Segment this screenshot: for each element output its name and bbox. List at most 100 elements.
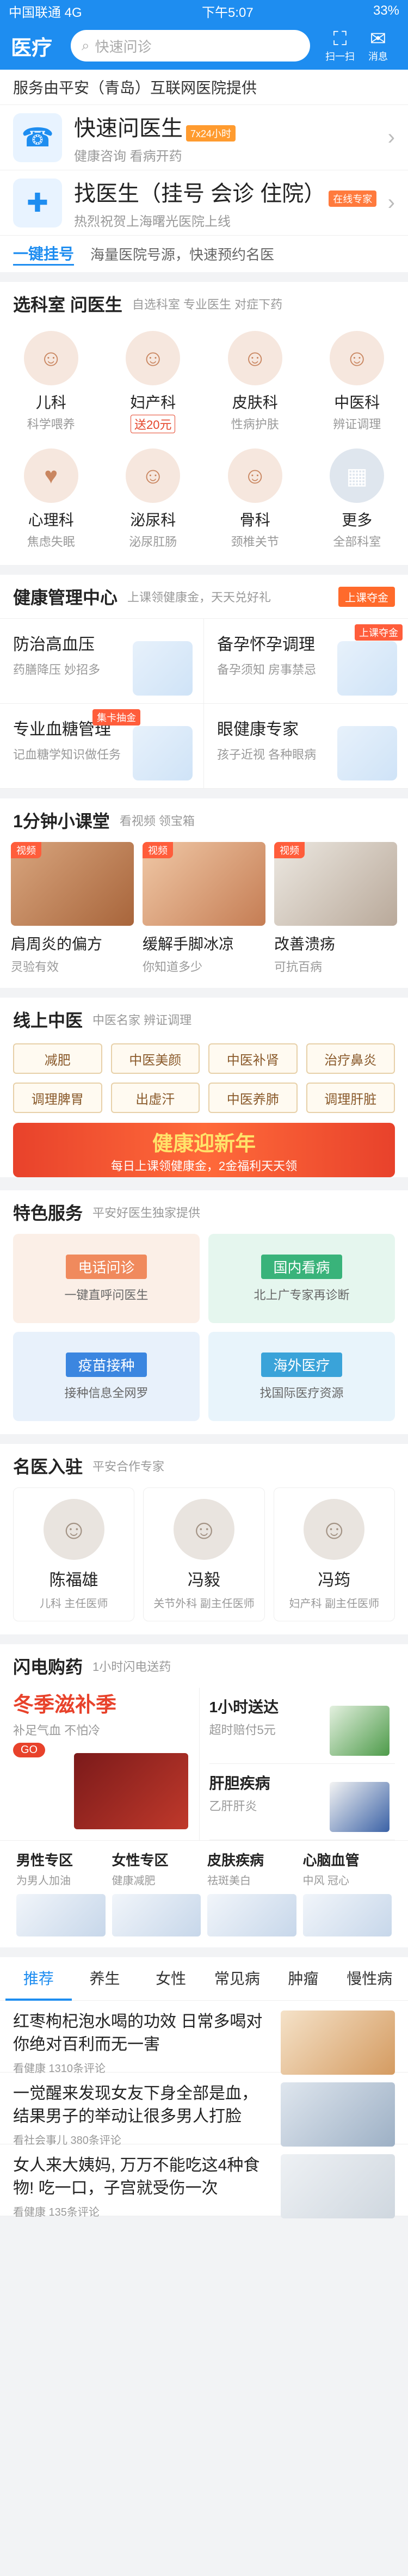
health-item[interactable]: 防治高血压 药膳降压 妙招多 <box>0 619 204 704</box>
shop-category[interactable]: 女性专区 健康减肥 <box>109 1849 205 1936</box>
dept-name: 泌尿科 <box>130 512 176 528</box>
section-badge[interactable]: 上课夺金 <box>338 586 395 607</box>
video-badge: 视频 <box>274 842 305 858</box>
service-quick-doctor[interactable]: ☎ 快速问医生 7x24小时 健康咨询 看病开药 › <box>0 104 408 170</box>
tcm-tag[interactable]: 中医养肺 <box>208 1083 298 1113</box>
tab-tumor[interactable]: 肿瘤 <box>270 1957 337 2001</box>
dept-pediatrics[interactable]: ☺ 儿科 科学喂养 <box>0 331 102 433</box>
service-find-doctor[interactable]: ✚ 找医生（挂号 会诊 住院） 在线专家 热烈祝贺上海曙光医院上线 › <box>0 170 408 235</box>
search-placeholder: 快速问诊 <box>95 38 152 55</box>
article-title: 红枣枸杞泡水喝的功效 日常多喝对你绝对百利而无一害 <box>13 2013 263 2054</box>
scan-button[interactable]: ⛶ 扫一扫 <box>321 28 359 63</box>
feature-sub: 一键直呼问医生 <box>64 1288 149 1302</box>
section-title: 名医入驻 <box>13 1457 83 1477</box>
video-sub: 你知道多少 <box>143 960 203 974</box>
video-thumbnail: 视频 <box>143 842 265 926</box>
health-item[interactable]: 集卡抽金 专业血糖管理 记血糖学知识做任务 <box>0 704 204 789</box>
shop-category[interactable]: 皮肤疾病 祛斑美白 <box>204 1849 300 1936</box>
heart-icon: ♥ <box>23 448 78 503</box>
category-sub: 祛斑美白 <box>207 1875 251 1887</box>
avatar: ☺ <box>126 448 181 503</box>
search-icon: ⌕ <box>82 37 90 53</box>
chevron-right-icon: › <box>387 125 395 149</box>
feed-section: 推荐 养生 女性 常见病 肿瘤 慢性病 红枣枸杞泡水喝的功效 日常多喝对你绝对百… <box>0 1957 408 2218</box>
dept-more[interactable]: ▦ 更多 全部科室 <box>306 448 408 550</box>
avatar: ☺ <box>23 331 78 385</box>
shop-item[interactable]: 1小时送达 超时赔付5元 <box>209 1688 395 1764</box>
video-card[interactable]: 视频 肩周炎的偏方 灵验有效 <box>11 842 134 975</box>
new-year-banner[interactable]: 健康迎新年 每日上课领健康金，2金福利天天领 <box>13 1123 395 1177</box>
doctor-card[interactable]: ☺ 冯毅 关节外科 副主任医师 <box>143 1487 265 1621</box>
doctor-title: 儿科 主任医师 <box>39 1598 108 1610</box>
video-card[interactable]: 视频 改善溃疡 可抗百病 <box>274 842 397 975</box>
dept-obstetrics[interactable]: ☺ 妇产科 送20元 <box>102 331 205 433</box>
shop-item[interactable]: 肝胆疾病 乙肝肝炎 <box>209 1764 395 1840</box>
doctor-image <box>337 641 397 696</box>
tcm-tag[interactable]: 出虚汗 <box>110 1083 200 1113</box>
winter-promo[interactable]: 冬季滋补季 补足气血 不怕冷 GO <box>13 1688 200 1840</box>
service-tag: 在线专家 <box>329 190 377 207</box>
health-item[interactable]: 上课夺金 备孕怀孕调理 备孕须知 房事禁忌 <box>204 619 408 704</box>
tcm-tag[interactable]: 减肥 <box>13 1043 102 1074</box>
video-sub: 可抗百病 <box>274 960 323 974</box>
dept-desc: 辨证调理 <box>333 417 381 431</box>
dept-urology[interactable]: ☺ 泌尿科 泌尿肛肠 <box>102 448 205 550</box>
brand-title: 医疗 <box>11 36 53 60</box>
shop-category[interactable]: 心脑血管 中风 冠心 <box>300 1849 395 1936</box>
article-item[interactable]: 女人来大姨妈, 万万不能吃这4种食物! 吃一口，子宫就受伤一次 看健康 135条评… <box>0 2144 408 2218</box>
article-item[interactable]: 一觉醒来发现女友下身全部是血，结果男子的举动让很多男人打脸 看社会事儿 380条评… <box>0 2073 408 2147</box>
article-item[interactable]: 红枣枸杞泡水喝的功效 日常多喝对你绝对百利而无一害 看健康 1310条评论 <box>0 2001 408 2075</box>
departments-section: 选科室 问医生 自选科室 专业医生 对症下药 ☺ 儿科 科学喂养 ☺ 妇产科 送20元 … <box>0 282 408 565</box>
go-button[interactable]: GO <box>13 1743 46 1757</box>
tab-recommend[interactable]: 推荐 <box>5 1957 72 2001</box>
dept-name: 更多 <box>342 512 373 528</box>
product-image <box>302 1894 392 1936</box>
doctor-image <box>337 726 397 780</box>
health-item[interactable]: 眼健康专家 孩子近视 各种眼病 <box>204 704 408 789</box>
tcm-tag[interactable]: 调理脾胃 <box>13 1083 102 1113</box>
phone-icon: ☎ <box>13 113 62 162</box>
tab-women[interactable]: 女性 <box>138 1957 204 2001</box>
status-bar: 中国联通 4G 下午5:07 33% <box>0 0 408 22</box>
quick-register[interactable]: 一键挂号 海量医院号源，快速预约名医 <box>0 235 408 272</box>
feature-card[interactable]: 电话问诊 一键直呼问医生 <box>13 1234 200 1323</box>
tcm-tag[interactable]: 中医补肾 <box>208 1043 298 1074</box>
carrier-text: 中国联通 4G <box>9 5 82 20</box>
category-sub: 健康减肥 <box>112 1875 156 1887</box>
tcm-tag[interactable]: 治疗鼻炎 <box>306 1043 395 1074</box>
doctor-title: 关节外科 副主任医师 <box>153 1598 255 1610</box>
feature-card[interactable]: 海外医疗 找国际医疗资源 <box>208 1332 395 1421</box>
video-card[interactable]: 视频 缓解手脚冰凉 你知道多少 <box>143 842 265 975</box>
dept-name: 中医科 <box>334 394 380 411</box>
dept-orthopedics[interactable]: ☺ 骨科 颈椎关节 <box>204 448 306 550</box>
tcm-tag[interactable]: 中医美颜 <box>110 1043 200 1074</box>
video-badge: 视频 <box>11 842 41 858</box>
dept-desc: 送20元 <box>131 415 176 433</box>
tab-chronic[interactable]: 慢性病 <box>336 1957 403 2001</box>
feature-sub: 接种信息全网罗 <box>64 1386 149 1400</box>
message-button[interactable]: ✉ 消息 <box>359 28 397 63</box>
dept-psychology[interactable]: ♥ 心理科 焦虑失眠 <box>0 448 102 550</box>
avatar: ☺ <box>330 331 385 385</box>
section-subtitle: 看视频 领宝箱 <box>119 814 195 828</box>
provider-text: 服务由平安（青岛）互联网医院提供 <box>0 70 408 104</box>
feature-card[interactable]: 疫苗接种 接种信息全网罗 <box>13 1332 200 1421</box>
dept-dermatology[interactable]: ☺ 皮肤科 性病护肤 <box>204 331 306 433</box>
doctor-card[interactable]: ☺ 陈福雄 儿科 主任医师 <box>13 1487 135 1621</box>
section-title: 1分钟小课堂 <box>13 811 110 831</box>
feature-card[interactable]: 国内看病 北上广专家再诊断 <box>208 1234 395 1323</box>
doctor-name: 冯毅 <box>187 1571 220 1589</box>
promo-sub: 补足气血 不怕冷 <box>13 1724 101 1737</box>
search-input[interactable]: ⌕ 快速问诊 <box>71 30 310 62</box>
feature-section: 特色服务 平安好医生独家提供 电话问诊 一键直呼问医生 国内看病 北上广专家再诊断 … <box>0 1190 408 1434</box>
tab-wellness[interactable]: 养生 <box>72 1957 138 2001</box>
tcm-tag[interactable]: 调理肝脏 <box>306 1083 395 1113</box>
product-image <box>112 1894 201 1936</box>
dept-tcm[interactable]: ☺ 中医科辨证调理 <box>306 331 408 433</box>
quick-register-label: 一键挂号 <box>13 242 75 266</box>
doctor-card[interactable]: ☺ 冯筠 妇产科 副主任医师 <box>273 1487 395 1621</box>
section-title: 选科室 问医生 <box>13 295 122 315</box>
shop-category[interactable]: 男性专区 为男人加油 <box>13 1849 109 1936</box>
category-title: 男性专区 <box>16 1852 73 1868</box>
tab-common-disease[interactable]: 常见病 <box>204 1957 270 2001</box>
